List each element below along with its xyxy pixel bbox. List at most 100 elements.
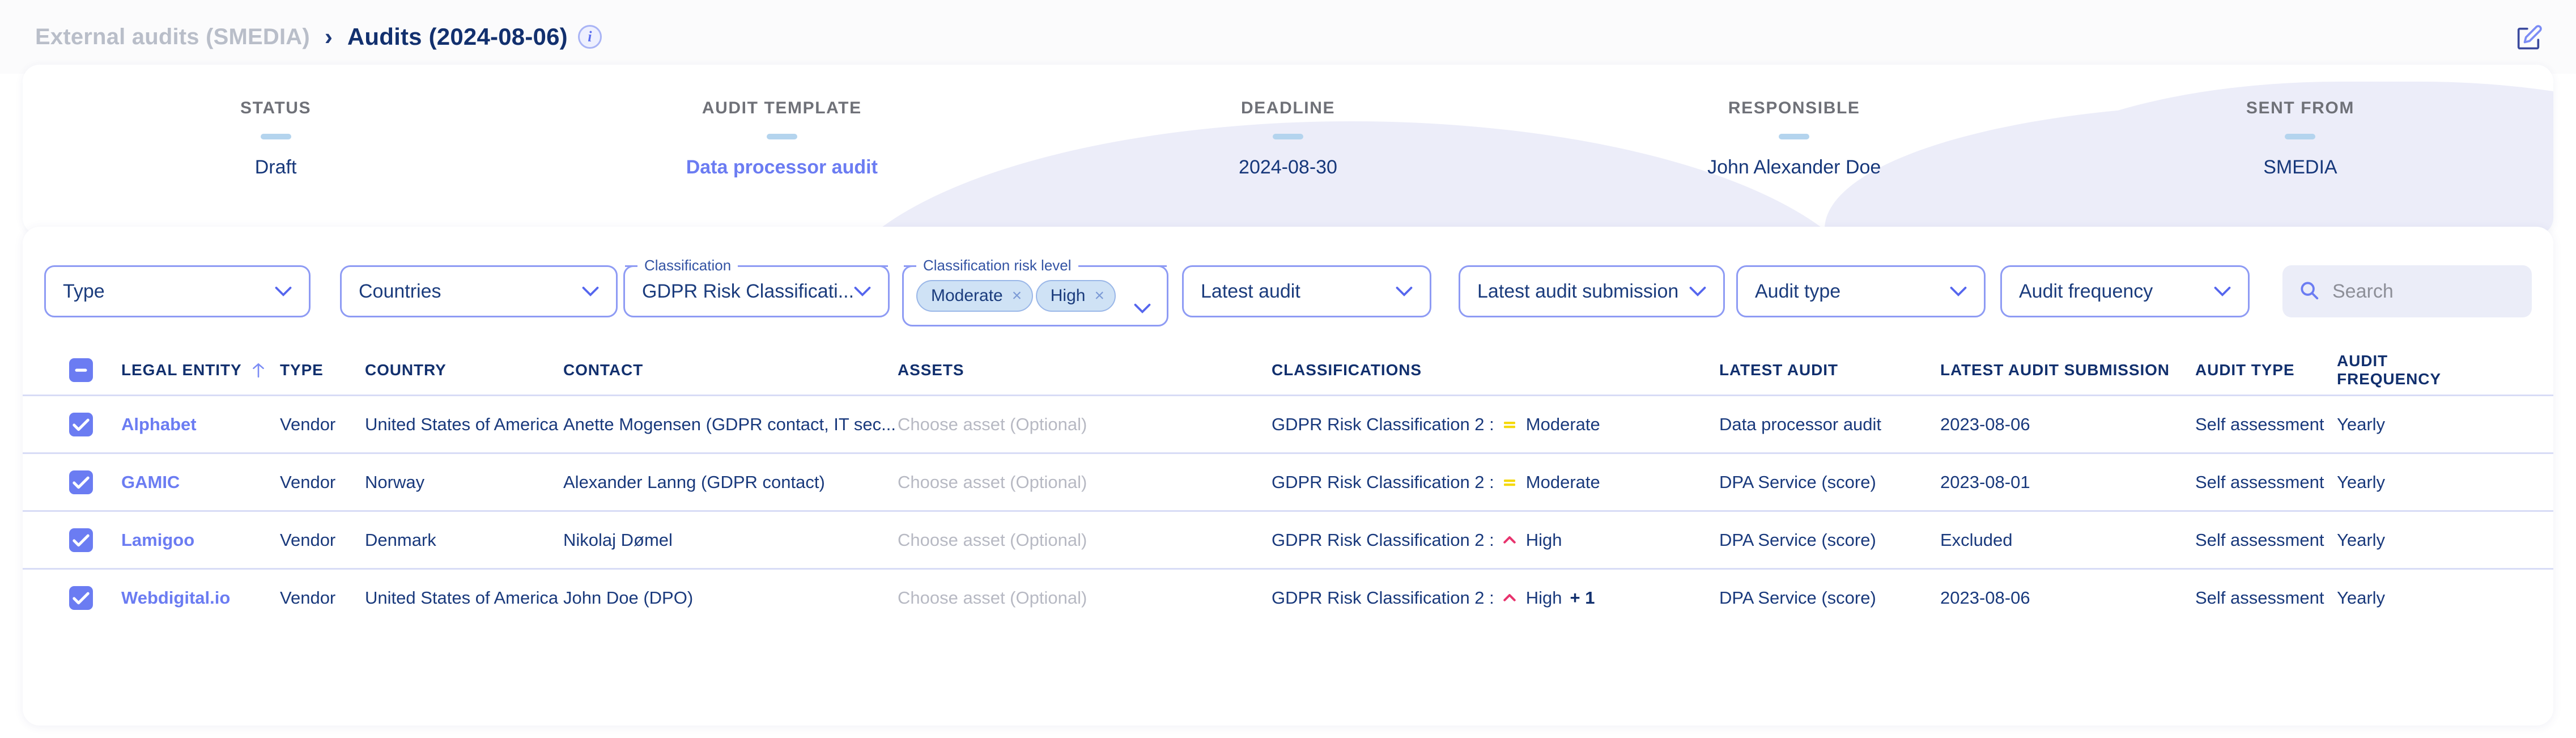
equals-bars-icon <box>1501 416 1518 433</box>
cell-classifications: GDPR Risk Classification 2 : Moderate <box>1272 472 1719 493</box>
classification-label: GDPR Risk Classification 2 : <box>1272 472 1494 492</box>
filter-audit-frequency[interactable]: Audit frequency <box>2000 265 2250 317</box>
cell-country: Norway <box>365 472 425 492</box>
cell-assets[interactable]: Choose asset (Optional) <box>898 472 1272 493</box>
chevron-up-icon <box>1501 589 1518 606</box>
risk-level: High <box>1525 587 1562 608</box>
column-header-audit-frequency[interactable]: AUDIT FREQUENCY <box>2337 352 2484 388</box>
cell-country: United States of America <box>365 587 559 608</box>
cell-assets[interactable]: Choose asset (Optional) <box>898 588 1272 608</box>
row-checkbox[interactable] <box>69 528 121 552</box>
column-header-type[interactable]: TYPE <box>280 361 365 379</box>
column-label: LEGAL ENTITY <box>121 361 242 379</box>
filter-audit-type-value: Audit type <box>1755 280 1841 302</box>
summary-item-deadline: DEADLINE 2024-08-30 <box>1035 99 1541 179</box>
chip-remove-icon[interactable]: × <box>1012 286 1022 306</box>
cell-assets[interactable]: Choose asset (Optional) <box>898 530 1272 550</box>
column-header-legal-entity[interactable]: LEGAL ENTITY <box>121 361 280 379</box>
chip-moderate[interactable]: Moderate × <box>916 280 1034 312</box>
cell-legal-entity[interactable]: Alphabet <box>121 414 280 435</box>
row-checkbox[interactable] <box>69 470 121 494</box>
summary-item-status: STATUS Draft <box>23 99 529 179</box>
table-row[interactable]: Alphabet Vendor United States of America… <box>23 395 2553 452</box>
summary-label: DEADLINE <box>1240 99 1336 117</box>
cell-contact: John Doe (DPO) <box>563 587 694 608</box>
chip-high[interactable]: High × <box>1035 280 1116 312</box>
table-row[interactable]: GAMIC Vendor Norway Alexander Lanng (GDP… <box>23 452 2553 510</box>
filter-latest-audit-submission[interactable]: Latest audit submission <box>1459 265 1725 317</box>
cell-latest-audit: DPA Service (score) <box>1719 472 1876 492</box>
chevron-down-icon[interactable] <box>1134 303 1151 313</box>
filter-classification[interactable]: Classification GDPR Risk Classificati... <box>623 257 890 317</box>
audit-summary-card: STATUS Draft AUDIT TEMPLATE Data process… <box>23 65 2553 235</box>
summary-label: SENT FROM <box>2246 99 2354 117</box>
chevron-down-icon <box>275 286 292 296</box>
cell-latest-audit: DPA Service (score) <box>1719 587 1876 608</box>
risk-level: Moderate <box>1525 414 1600 434</box>
breadcrumb-separator-icon: › <box>324 23 333 50</box>
column-header-country[interactable]: COUNTRY <box>365 361 563 379</box>
filter-type-value: Type <box>63 280 105 302</box>
audits-table: LEGAL ENTITY TYPE COUNTRY CONTACT ASSETS… <box>23 346 2553 626</box>
classification-label: GDPR Risk Classification 2 : <box>1272 587 1494 608</box>
filter-latest-audit-submission-value: Latest audit submission <box>1477 280 1679 302</box>
summary-rule <box>766 134 797 139</box>
column-header-classifications[interactable]: CLASSIFICATIONS <box>1272 361 1719 379</box>
cell-audit-frequency: Yearly <box>2337 414 2386 434</box>
table-row[interactable]: Webdigital.io Vendor United States of Am… <box>23 568 2553 626</box>
table-header-row: LEGAL ENTITY TYPE COUNTRY CONTACT ASSETS… <box>23 346 2553 395</box>
edit-document-icon[interactable] <box>2514 24 2543 53</box>
column-header-assets[interactable]: ASSETS <box>898 361 1272 379</box>
cell-contact: Nikolaj Dømel <box>563 529 673 550</box>
summary-value-link[interactable]: Data processor audit <box>529 156 1035 179</box>
cell-legal-entity[interactable]: Lamigoo <box>121 530 280 550</box>
cell-latest-audit: DPA Service (score) <box>1719 529 1876 550</box>
cell-latest-audit: Data processor audit <box>1719 414 1882 434</box>
row-checkbox[interactable] <box>69 586 121 610</box>
summary-value: 2024-08-30 <box>1239 156 1337 178</box>
filter-latest-audit-value: Latest audit <box>1201 280 1300 302</box>
filter-countries[interactable]: Countries <box>340 265 618 317</box>
cell-type: Vendor <box>280 472 336 492</box>
risk-level: High <box>1525 529 1562 550</box>
breadcrumb: External audits (SMEDIA) › Audits (2024-… <box>35 23 602 50</box>
table-row[interactable]: Lamigoo Vendor Denmark Nikolaj Dømel Cho… <box>23 510 2553 568</box>
chip-label: High <box>1050 286 1086 305</box>
cell-type: Vendor <box>280 529 336 550</box>
row-checkbox[interactable] <box>69 412 121 436</box>
column-header-audit-type[interactable]: AUDIT TYPE <box>2195 361 2337 379</box>
filter-type[interactable]: Type <box>44 265 311 317</box>
cell-classifications: GDPR Risk Classification 2 : High + 1 <box>1272 588 1719 608</box>
chevron-down-icon <box>2214 286 2231 296</box>
filter-classification-risk-level[interactable]: Classification risk level Moderate × Hig… <box>902 257 1168 326</box>
summary-value: SMEDIA <box>2263 156 2337 178</box>
filter-bar: Type Countries Classification GDPR Risk … <box>23 238 2553 351</box>
column-header-latest-audit-submission[interactable]: LATEST AUDIT SUBMISSION <box>1940 361 2195 379</box>
breadcrumb-parent[interactable]: External audits (SMEDIA) <box>35 24 310 50</box>
risk-level: Moderate <box>1525 472 1600 492</box>
info-icon[interactable]: i <box>577 25 602 49</box>
column-header-latest-audit[interactable]: LATEST AUDIT <box>1719 361 1940 379</box>
classification-label: GDPR Risk Classification 2 : <box>1272 414 1494 434</box>
filter-countries-value: Countries <box>359 280 441 302</box>
classification-label: GDPR Risk Classification 2 : <box>1272 529 1494 550</box>
cell-contact: Anette Mogensen (GDPR contact, IT sec... <box>563 414 896 434</box>
cell-legal-entity[interactable]: GAMIC <box>121 472 280 493</box>
cell-assets[interactable]: Choose asset (Optional) <box>898 414 1272 435</box>
search-input[interactable]: Search <box>2282 265 2532 317</box>
cell-classifications: GDPR Risk Classification 2 : High <box>1272 530 1719 550</box>
cell-latest-audit-submission: 2023-08-06 <box>1940 587 2030 608</box>
column-header-contact[interactable]: CONTACT <box>563 361 898 379</box>
cell-legal-entity[interactable]: Webdigital.io <box>121 588 280 608</box>
cell-country: United States of America <box>365 414 559 434</box>
chip-remove-icon[interactable]: × <box>1094 286 1104 306</box>
summary-label: RESPONSIBLE <box>1728 99 1860 117</box>
select-all-checkbox[interactable] <box>69 358 121 382</box>
filter-audit-type[interactable]: Audit type <box>1736 265 1986 317</box>
chip-label: Moderate <box>931 286 1003 305</box>
cell-audit-type: Self assessment <box>2195 414 2324 434</box>
chevron-down-icon <box>582 286 599 296</box>
filter-latest-audit[interactable]: Latest audit <box>1182 265 1431 317</box>
filter-classification-value: GDPR Risk Classificati... <box>642 280 854 302</box>
extra-classifications-badge[interactable]: + 1 <box>1570 588 1595 608</box>
